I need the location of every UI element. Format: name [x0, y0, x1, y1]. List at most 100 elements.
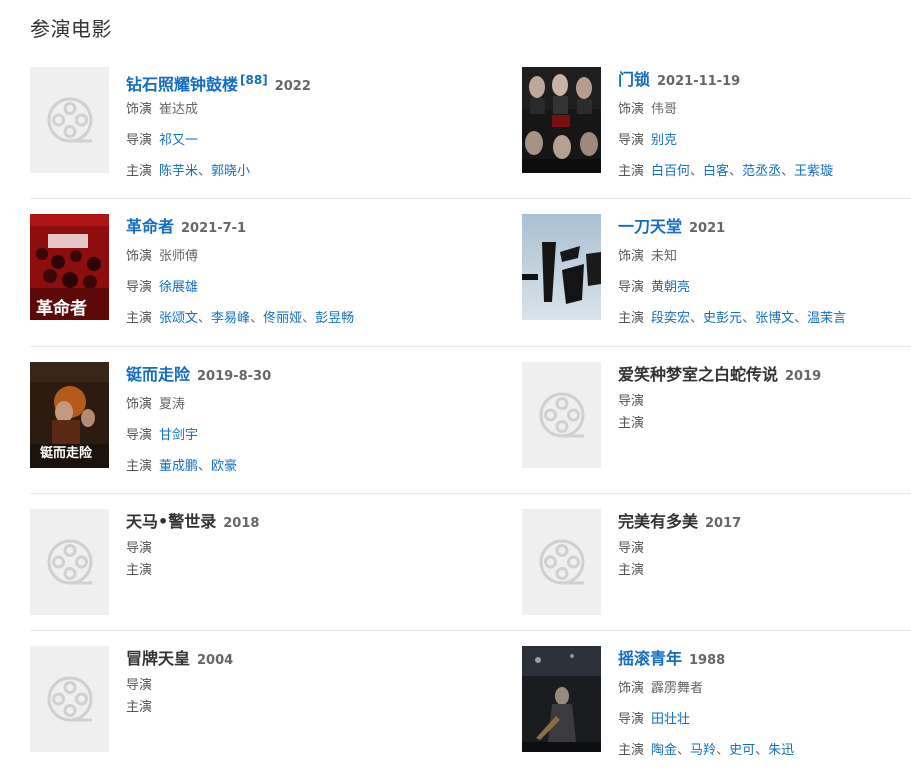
cast-link[interactable]: 张博文 — [755, 311, 794, 326]
cast-separator: 、 — [794, 311, 808, 326]
cast-link[interactable]: 陶金 — [651, 743, 677, 758]
cast-label: 主演 — [618, 743, 645, 758]
film-reel-icon — [47, 676, 93, 722]
film-title-link[interactable]: 门锁 — [618, 70, 650, 89]
cast-link[interactable]: 王紫璇 — [794, 164, 833, 179]
cast-link[interactable]: 彭昱畅 — [315, 311, 354, 326]
cast-separator: 、 — [198, 164, 212, 179]
role-row: 饰演 张师傅 — [126, 243, 420, 271]
poster-title-text: 革命者 — [36, 299, 87, 319]
cast-label: 主演 — [618, 164, 645, 179]
cast-separator: 、 — [755, 743, 769, 758]
film-reel-icon — [539, 392, 585, 438]
cast-link[interactable]: 董成鹏 — [159, 459, 198, 474]
role-row: 饰演 霹雳舞者 — [618, 675, 911, 703]
section-title: 参演电影 — [30, 17, 112, 41]
film-poster[interactable] — [522, 67, 601, 173]
film-reel-icon — [539, 539, 585, 585]
cast-link[interactable]: 史彭元 — [703, 311, 742, 326]
film-poster[interactable]: 铤而走险 — [30, 362, 109, 468]
role-value: 张师傅 — [159, 249, 199, 264]
film-card: 革命者 革命者 2021-7-1 饰演 张师傅 导演 徐展雄 主演 张颂文、李易峰、佟丽… — [30, 214, 420, 326]
cast-link[interactable]: 张颂文 — [159, 311, 198, 326]
film-year: 2021 — [689, 221, 726, 236]
cast-link[interactable]: 李易峰 — [211, 311, 250, 326]
director-link[interactable]: 祁又一 — [159, 133, 198, 148]
director-row: 导演 别克 — [618, 127, 911, 155]
director-row: 导演 甘剑宇 — [126, 422, 420, 450]
cast-link[interactable]: 白百何 — [651, 164, 690, 179]
cast-link[interactable]: 段奕宏 — [651, 311, 690, 326]
director-link[interactable]: 甘剑宇 — [159, 428, 198, 443]
cast-link[interactable]: 陈芋米 — [159, 164, 198, 179]
cast-row: 主演 陈芋米、郭晓小 — [126, 158, 420, 186]
film-card: 完美有多美 2017 导演 主演 — [522, 509, 911, 619]
cast-link[interactable]: 温茉言 — [807, 311, 846, 326]
cast-link[interactable]: 马羚 — [690, 743, 716, 758]
cast-link[interactable]: 郭晓小 — [211, 164, 250, 179]
director-link[interactable]: 黄朝亮 — [651, 280, 690, 295]
film-title: 天马•警世录 — [126, 512, 217, 531]
film-poster[interactable] — [522, 214, 601, 320]
film-poster-placeholder[interactable] — [522, 362, 601, 468]
row-divider — [30, 630, 911, 631]
film-poster-placeholder[interactable] — [30, 509, 109, 615]
poster-image — [522, 214, 601, 320]
film-card: 一刀天堂 2021 饰演 未知 导演 黄朝亮 主演 段奕宏、史彭元、张博文、温茉言 — [522, 214, 911, 326]
film-year: 2018 — [223, 516, 260, 531]
film-poster-placeholder[interactable] — [30, 646, 109, 752]
role-label: 饰演 — [126, 397, 153, 412]
film-year: 2017 — [705, 516, 742, 531]
director-row: 导演 徐展雄 — [126, 274, 420, 302]
director-link[interactable]: 田壮壮 — [651, 712, 690, 727]
film-title-link[interactable]: 铤而走险 — [126, 365, 190, 384]
film-title: 爱笑种梦室之白蛇传说 — [618, 365, 779, 384]
film-poster-placeholder[interactable] — [522, 509, 601, 615]
film-title-link[interactable]: 钻石照耀钟鼓楼 — [126, 75, 238, 94]
role-label: 饰演 — [126, 249, 153, 264]
film-year: 2021-7-1 — [181, 221, 247, 236]
film-title-link[interactable]: 摇滚青年 — [618, 649, 682, 668]
cast-row: 主演 张颂文、李易峰、佟丽娅、彭昱畅 — [126, 305, 420, 333]
cast-link[interactable]: 欧豪 — [211, 459, 237, 474]
cast-separator: 、 — [742, 311, 756, 326]
cast-separator: 、 — [198, 459, 212, 474]
film-year: 2022 — [274, 79, 311, 94]
cast-row: 主演 — [618, 560, 911, 582]
director-link[interactable]: 徐展雄 — [159, 280, 198, 295]
role-row: 饰演 崔达成 — [126, 96, 420, 124]
film-reel-icon — [47, 539, 93, 585]
cast-link[interactable]: 朱迅 — [768, 743, 794, 758]
film-poster-placeholder[interactable] — [30, 67, 109, 173]
cast-link[interactable]: 史可 — [729, 743, 755, 758]
film-title: 冒牌天皇 — [126, 649, 191, 668]
director-label: 导演 — [618, 133, 645, 148]
role-row: 饰演 夏涛 — [126, 391, 420, 419]
role-label: 饰演 — [618, 681, 645, 696]
film-card: 钻石照耀钟鼓楼 [88] 2022 饰演 崔达成 导演 祁又一 主演 陈芋米、郭晓小 — [30, 67, 420, 179]
role-row: 饰演 伟哥 — [618, 96, 911, 124]
director-label: 导演 — [126, 133, 153, 148]
film-poster[interactable]: 革命者 — [30, 214, 109, 320]
director-row: 导演 黄朝亮 — [618, 274, 911, 302]
role-value: 伟哥 — [651, 102, 678, 117]
role-value: 未知 — [651, 249, 678, 264]
cast-link[interactable]: 白客 — [703, 164, 729, 179]
cast-label: 主演 — [618, 563, 645, 578]
film-poster[interactable] — [522, 646, 601, 752]
director-label: 导演 — [126, 280, 153, 295]
cast-row: 主演 陶金、马羚、史可、朱迅 — [618, 737, 911, 765]
film-title-link[interactable]: 革命者 — [126, 217, 174, 236]
cast-separator: 、 — [250, 311, 264, 326]
cast-label: 主演 — [126, 164, 153, 179]
cast-separator: 、 — [729, 164, 743, 179]
cast-label: 主演 — [126, 311, 153, 326]
cast-link[interactable]: 范丞丞 — [742, 164, 781, 179]
film-title-link[interactable]: 一刀天堂 — [618, 217, 682, 236]
director-link[interactable]: 别克 — [651, 133, 677, 148]
cast-link[interactable]: 佟丽娅 — [263, 311, 302, 326]
cast-row: 主演 — [126, 560, 420, 582]
cast-separator: 、 — [677, 743, 691, 758]
director-row: 导演 — [126, 538, 420, 560]
film-citation-link[interactable]: [88] — [240, 73, 268, 87]
